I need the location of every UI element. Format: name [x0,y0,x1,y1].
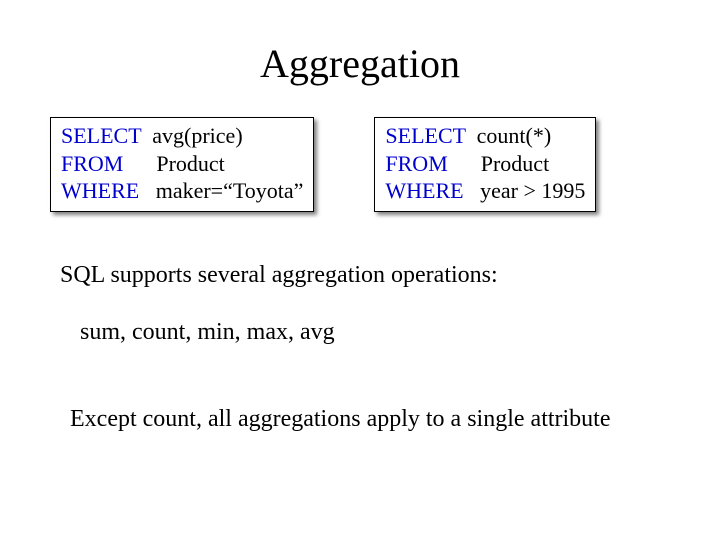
sql-keyword: WHERE [385,178,463,203]
sql-text: avg(price) [152,123,242,148]
body-ops-list: sum, count, min, max, avg [80,319,680,346]
sql-query-left: SELECT avg(price) FROM Product WHERE mak… [50,117,314,212]
sql-query-right: SELECT count(*) FROM Product WHERE year … [374,117,596,212]
code-line: FROM Product [61,150,303,178]
slide: Aggregation SELECT avg(price) FROM Produ… [0,0,720,540]
sql-text: count(*) [477,123,552,148]
sql-keyword: SELECT [61,123,141,148]
code-line: WHERE year > 1995 [385,177,585,205]
sql-text: year > 1995 [480,178,585,203]
code-examples-row: SELECT avg(price) FROM Product WHERE mak… [50,117,680,212]
sql-keyword: SELECT [385,123,465,148]
sql-keyword: WHERE [61,178,139,203]
code-line: FROM Product [385,150,585,178]
code-line: SELECT avg(price) [61,122,303,150]
body-intro: SQL supports several aggregation operati… [60,262,680,289]
sql-text: Product [156,151,224,176]
code-line: WHERE maker=“Toyota” [61,177,303,205]
sql-text: maker=“Toyota” [156,178,304,203]
slide-title: Aggregation [40,40,680,87]
body-note: Except count, all aggregations apply to … [70,406,680,433]
sql-keyword: FROM [61,151,123,176]
code-line: SELECT count(*) [385,122,585,150]
sql-text: Product [481,151,549,176]
sql-keyword: FROM [385,151,447,176]
